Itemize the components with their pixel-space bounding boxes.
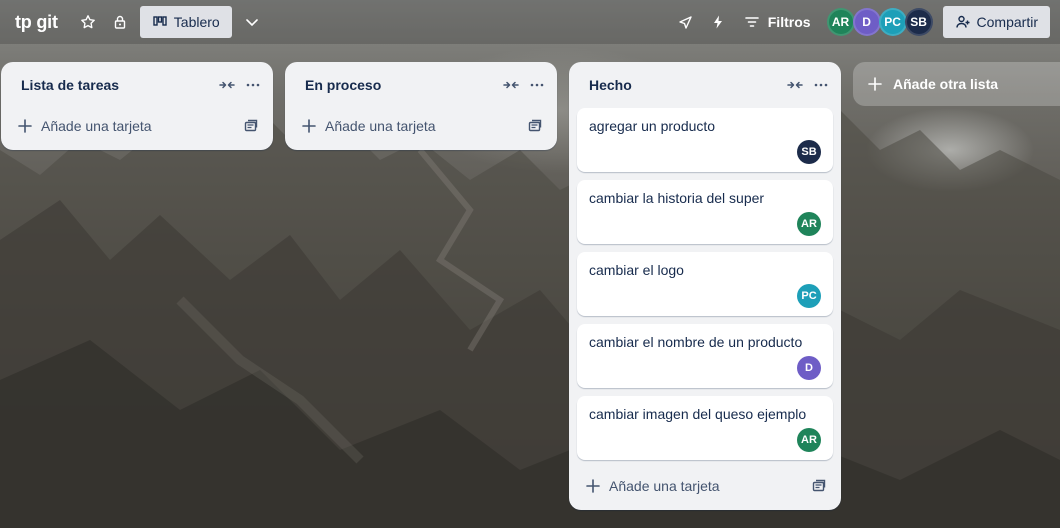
card[interactable]: cambiar la historia del super AR	[577, 180, 833, 244]
plus-icon	[302, 119, 316, 133]
card-template-icon[interactable]	[243, 118, 259, 134]
card[interactable]: cambiar imagen del queso ejemplo AR	[577, 396, 833, 460]
add-card-label: Añade una tarjeta	[41, 118, 152, 134]
list-actions	[787, 77, 829, 93]
add-list-label: Añade otra lista	[893, 76, 999, 92]
board-title[interactable]: tp git	[15, 12, 58, 33]
list-actions	[503, 77, 545, 93]
list-title[interactable]: En proceso	[305, 77, 503, 93]
list-title[interactable]: Lista de tareas	[21, 77, 219, 93]
card[interactable]: cambiar el logo PC	[577, 252, 833, 316]
collapse-list-icon[interactable]	[219, 77, 235, 93]
list-lista-de-tareas: Lista de tareas Añade una tarjeta	[1, 62, 273, 150]
card-member-avatar[interactable]: SB	[797, 140, 821, 164]
card-title: cambiar el logo	[589, 262, 684, 278]
add-list-button[interactable]: Añade otra lista	[853, 62, 1060, 106]
list-header: Lista de tareas	[1, 62, 273, 108]
card-title: cambiar el nombre de un producto	[589, 334, 803, 350]
card-title: agregar un producto	[589, 118, 716, 134]
add-card-label: Añade una tarjeta	[325, 118, 436, 134]
add-card-button[interactable]: Añade una tarjeta	[285, 108, 557, 144]
filters-button[interactable]: Filtros	[744, 14, 811, 30]
card-list: agregar un producto SB cambiar la histor…	[569, 108, 841, 460]
avatar[interactable]: D	[852, 8, 881, 36]
automation-icon[interactable]	[702, 6, 734, 38]
card-member-avatar[interactable]: AR	[797, 428, 821, 452]
board-members: AR D PC SB	[826, 8, 933, 36]
board-view-label: Tablero	[173, 14, 220, 30]
plus-icon	[586, 479, 600, 493]
star-icon[interactable]	[72, 6, 104, 38]
chevron-down-icon[interactable]	[236, 6, 268, 38]
power-ups-icon[interactable]	[670, 6, 702, 38]
card-title: cambiar imagen del queso ejemplo	[589, 406, 807, 422]
card-template-icon[interactable]	[527, 118, 543, 134]
card-member-avatar[interactable]: PC	[797, 284, 821, 308]
card-title: cambiar la historia del super	[589, 190, 765, 206]
list-hecho: Hecho agregar un producto SB cambiar la …	[569, 62, 841, 510]
add-card-button[interactable]: Añade una tarjeta	[569, 468, 841, 504]
add-card-label: Añade una tarjeta	[609, 478, 720, 494]
card[interactable]: agregar un producto SB	[577, 108, 833, 172]
board-view-button[interactable]: Tablero	[139, 6, 232, 38]
list-title[interactable]: Hecho	[589, 77, 787, 93]
card-member-avatar[interactable]: D	[797, 356, 821, 380]
plus-icon	[18, 119, 32, 133]
share-button[interactable]: Compartir	[942, 6, 1050, 38]
filters-label: Filtros	[767, 14, 811, 30]
collapse-list-icon[interactable]	[503, 77, 519, 93]
add-member-icon	[955, 15, 970, 28]
card-member-avatar[interactable]: AR	[797, 212, 821, 236]
list-header: Hecho	[569, 62, 841, 108]
more-options-icon[interactable]	[529, 77, 545, 93]
lock-icon[interactable]	[104, 6, 136, 38]
collapse-list-icon[interactable]	[787, 77, 803, 93]
avatar[interactable]: SB	[904, 8, 933, 36]
card[interactable]: cambiar el nombre de un producto D	[577, 324, 833, 388]
list-header: En proceso	[285, 62, 557, 108]
board-header: tp git Tablero Filtros AR D PC SB Compar…	[0, 0, 1060, 44]
avatar[interactable]: PC	[878, 8, 907, 36]
list-en-proceso: En proceso Añade una tarjeta	[285, 62, 557, 150]
board-icon	[153, 16, 167, 26]
filter-icon	[744, 17, 759, 27]
card-template-icon[interactable]	[811, 478, 827, 494]
more-options-icon[interactable]	[245, 77, 261, 93]
header-actions: Filtros AR D PC SB Compartir	[670, 0, 1050, 44]
list-actions	[219, 77, 261, 93]
share-label: Compartir	[976, 14, 1038, 30]
plus-icon	[868, 77, 882, 91]
more-options-icon[interactable]	[813, 77, 829, 93]
add-card-button[interactable]: Añade una tarjeta	[1, 108, 273, 144]
avatar[interactable]: AR	[826, 8, 855, 36]
